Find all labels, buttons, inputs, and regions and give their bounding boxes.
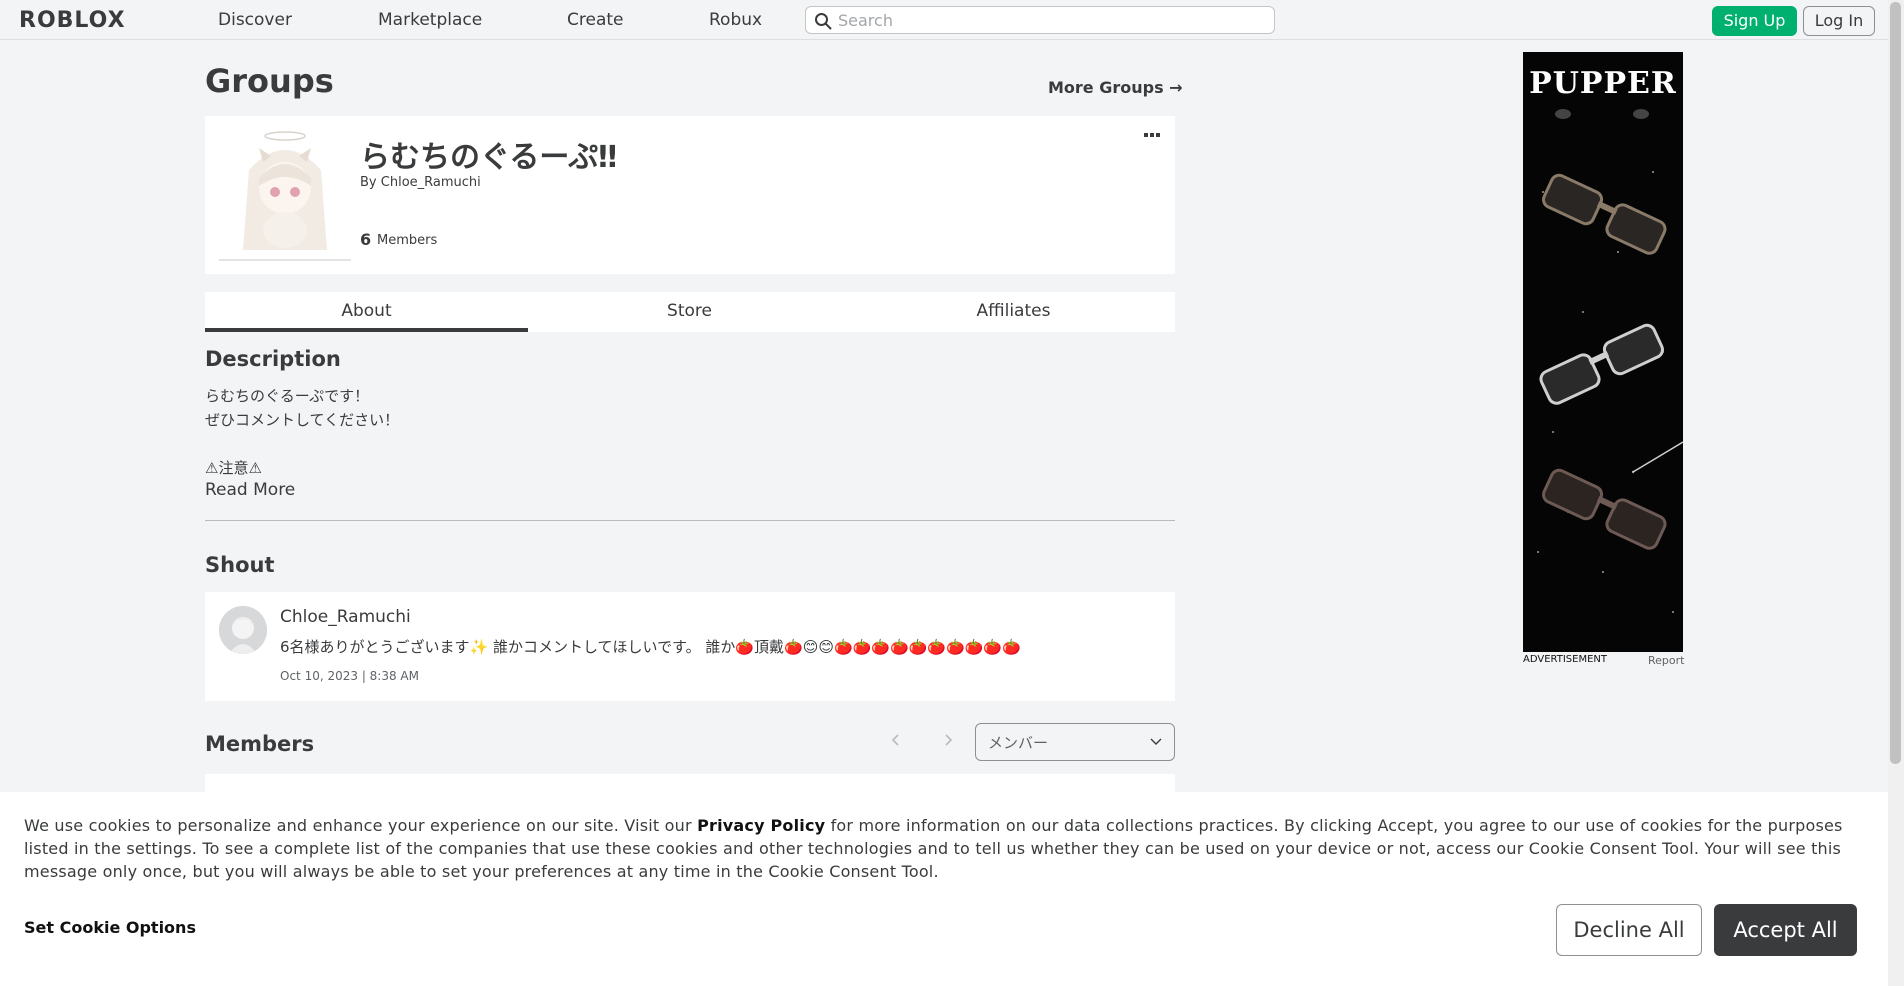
chevron-down-icon [1150,738,1162,745]
member-count-label: Members [377,233,438,248]
nav-discover[interactable]: Discover [218,10,292,30]
member-count: 6 [360,230,372,249]
members-heading: Members [205,732,315,756]
shout-timestamp: Oct 10, 2023 | 8:38 AM [280,669,419,683]
ad-artwork [1537,109,1683,613]
scrollbar-thumb[interactable] [1890,2,1901,764]
tab-store[interactable]: Store [528,292,851,332]
privacy-policy-link[interactable]: Privacy Policy [697,816,825,835]
read-more-link[interactable]: Read More [205,480,295,500]
accept-all-button[interactable]: Accept All [1714,904,1857,956]
page-title: Groups [205,62,334,100]
owner-link[interactable]: Chloe_Ramuchi [381,175,481,190]
tab-about[interactable]: About [205,292,528,332]
description-line: ⚠注意⚠ [205,459,262,477]
nav-create[interactable]: Create [567,10,624,30]
decline-all-button[interactable]: Decline All [1556,904,1702,956]
nav-robux[interactable]: Robux [709,10,762,30]
set-cookie-options-button[interactable]: Set Cookie Options [24,918,196,937]
cookie-message: We use cookies to personalize and enhanc… [24,814,1864,883]
chevron-right-icon[interactable] [940,732,956,748]
role-select-value: メンバー [988,734,1049,752]
advertisement-banner[interactable]: PUPPER [1523,52,1683,652]
login-button[interactable]: Log In [1803,6,1875,36]
role-select[interactable]: メンバー [975,723,1175,761]
chevron-left-icon[interactable] [888,732,904,748]
cookie-text-before: We use cookies to personalize and enhanc… [24,816,698,835]
members-list [205,774,1175,794]
signup-button[interactable]: Sign Up [1712,6,1797,36]
description-heading: Description [205,347,341,371]
search-box[interactable] [805,6,1275,34]
top-navigation: ROBLOX Discover Marketplace Create Robux… [0,0,1904,40]
group-header-card: らむちのぐるーぷ‼ By Chloe_Ramuchi 6 Members [205,116,1175,274]
shout-message: 6名様ありがとうございます✨ 誰かコメントしてほしいです。 誰か🍅頂戴🍅😊😊🍅🍅… [280,638,1021,656]
more-options-icon[interactable] [1143,131,1161,141]
group-name: らむちのぐるーぷ‼ [360,140,618,175]
more-groups-link[interactable]: More Groups → [1048,78,1183,97]
avatar[interactable] [219,606,267,654]
group-emblem-art [219,130,351,262]
shout-heading: Shout [205,553,275,577]
search-icon [815,13,832,30]
search-input[interactable] [838,9,1258,31]
cookie-consent-banner: We use cookies to personalize and enhanc… [0,792,1888,986]
section-divider [205,520,1175,521]
ad-label: ADVERTISEMENT [1523,654,1608,665]
avatar-image [219,606,267,654]
tab-affiliates[interactable]: Affiliates [852,292,1175,332]
owner-by-label: By [360,175,377,190]
group-tabs: About Store Affiliates [205,292,1175,332]
shout-card: Chloe_Ramuchi 6名様ありがとうございます✨ 誰かコメントしてほしい… [205,592,1175,701]
group-owner: By Chloe_Ramuchi [360,175,481,190]
description-line: ぜひコメントしてください！ [205,411,400,429]
description-line: らむちのぐるーぷです！ [205,387,370,405]
roblox-logo[interactable]: ROBLOX [19,8,126,33]
group-emblem-image [219,130,351,262]
ad-report-link[interactable]: Report [1648,654,1684,667]
shout-username[interactable]: Chloe_Ramuchi [280,607,411,627]
nav-marketplace[interactable]: Marketplace [378,10,482,30]
